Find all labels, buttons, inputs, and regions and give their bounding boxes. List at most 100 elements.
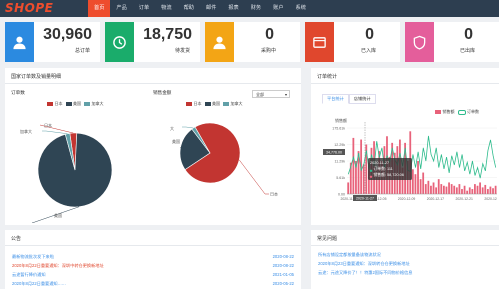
announcement-text[interactable]: 最新物流批次发下来啦 [12,254,54,259]
tab-shop-stats[interactable]: 店铺统计 [348,94,376,104]
bar[interactable] [417,161,419,194]
tooltip-marker [369,169,373,172]
bar[interactable] [458,184,461,194]
sales-chart-title: 销售金额 [153,90,172,95]
shopee-logo[interactable]: SHOPE [5,1,53,15]
user-icon [213,36,226,50]
nav-item-finance[interactable]: 财务 [245,0,267,17]
announcement-text[interactable]: 云途暂行降价通知 [12,272,46,277]
nav-item-logistics[interactable]: 物流 [155,0,177,17]
bar[interactable] [486,189,489,194]
stat-icon-box [5,22,34,62]
bar[interactable] [432,182,435,194]
stat-card-outbound[interactable]: 0 已出库 [405,22,499,62]
bar[interactable] [442,185,445,194]
announcement-text[interactable]: 2020年8月22日重要通知：深圳中转仓更换新地址 [12,263,104,268]
legend-swatch [84,102,90,106]
x-tick-label: 2020-12-09 [398,197,415,201]
bar[interactable] [448,182,450,194]
tab-platform-stats[interactable]: 平台统计 [322,94,349,104]
announcement-item[interactable]: 2020年8月22日重要通知…… 2020-05-22 [12,281,294,287]
announcement-date: 2020-08-22 [272,263,294,268]
bar[interactable] [494,185,497,194]
bar[interactable] [352,137,355,194]
x-tick-label: 2020-12-21 [456,197,473,201]
tooltip-text: 2020-11-27 [370,161,389,165]
stat-card-purchasing[interactable]: 0 采购中 [205,22,300,62]
faq-item[interactable]: 2020年8月23日重要通知：深圳转仓仓更换新地址 [318,261,410,267]
announcement-item[interactable]: 最新物流批次发下来啦 2020-08-22 [12,254,294,260]
stat-card-pending-shipment[interactable]: 18,750 待发货 [105,22,200,62]
stat-card-inbound[interactable]: 0 已入库 [305,22,400,62]
bar[interactable] [435,187,438,194]
bar[interactable] [362,164,365,194]
announcement-text[interactable]: 2020年8月22日重要通知…… [12,281,66,286]
legend-label: 加拿大 [230,101,243,106]
nav-item-orders[interactable]: 订单 [133,0,155,17]
faq-item[interactable]: 云途：元途又降价了！！特惠2国际不同物价格信息 [318,270,412,276]
announcement-date: 2020-05-22 [272,281,294,286]
bar[interactable] [445,186,448,194]
bar[interactable] [489,186,492,194]
bar[interactable] [453,185,456,194]
pie-leader-line [239,159,269,195]
legend-label: 美国 [73,101,81,106]
announcement-item[interactable]: 云途暂行降价通知 2021-01-05 [12,272,294,278]
bar[interactable] [424,184,427,194]
stat-card-total-orders[interactable]: 30,960 总订单 [5,22,100,62]
bar[interactable] [479,182,481,194]
legend-swatch [223,102,229,106]
bar[interactable] [474,184,476,194]
shield-icon [413,35,426,50]
panel-title: 国家订单数及销量明细 [11,74,62,80]
panel-title: 订单统计 [317,74,338,80]
nav-item-help[interactable]: 帮助 [178,0,200,17]
clock-icon [113,36,126,49]
tooltip-text: 订单数: 111 [374,166,393,171]
bar[interactable] [476,185,479,194]
faq-item[interactable]: 所有店铺设定都按量备该物流状况 [318,252,381,258]
y-tick-label: 0.00 [338,193,345,197]
stat-label: 总订单 [74,48,90,54]
bar[interactable] [492,188,494,194]
nav-item-account[interactable]: 账户 [267,0,289,17]
bar[interactable] [481,187,484,194]
bar[interactable] [463,185,466,194]
stat-icon-box [205,22,234,62]
pie-leader-line [182,126,194,129]
bar[interactable] [440,184,443,194]
country-filter-select[interactable]: 全部 ▾ [252,90,290,98]
bar[interactable] [347,182,350,194]
y-tick-label: 12.29k [334,143,345,147]
legend-swatch [65,102,72,106]
stat-label: 已出库 [459,48,475,54]
orders-chart-title: 订单数 [11,90,25,95]
bar[interactable] [422,172,425,194]
bar[interactable] [414,174,417,194]
bar[interactable] [455,187,458,194]
bar[interactable] [430,185,432,194]
bar[interactable] [411,169,414,194]
bar[interactable] [437,179,440,194]
nav-item-reports[interactable]: 报表 [222,0,244,17]
x-tick-label: 2020-12-25 [484,197,497,201]
y-axis-label: 销售额 [335,117,347,123]
bar[interactable] [461,189,463,194]
bar[interactable] [450,184,453,194]
bar[interactable] [427,180,430,194]
select-value: 全部 [256,92,264,97]
nav-item-mail[interactable]: 邮件 [200,0,222,17]
nav-item-system[interactable]: 系统 [290,0,312,17]
bar[interactable] [468,187,471,194]
bar[interactable] [484,184,487,194]
orders-legend: 日本 美国 加拿大 [44,101,104,107]
nav-item-home[interactable]: 首页 [88,0,111,17]
pie-slice-label: 日本 [270,191,278,197]
announcement-item[interactable]: 2020年8月22日重要通知：深圳中转仓更换新地址 2020-08-22 [12,263,294,269]
bar[interactable] [466,190,469,194]
stat-icon-box [105,22,134,62]
divider [5,83,301,84]
bar[interactable] [471,189,474,194]
bar[interactable] [419,179,422,194]
nav-item-products[interactable]: 产品 [110,0,132,17]
